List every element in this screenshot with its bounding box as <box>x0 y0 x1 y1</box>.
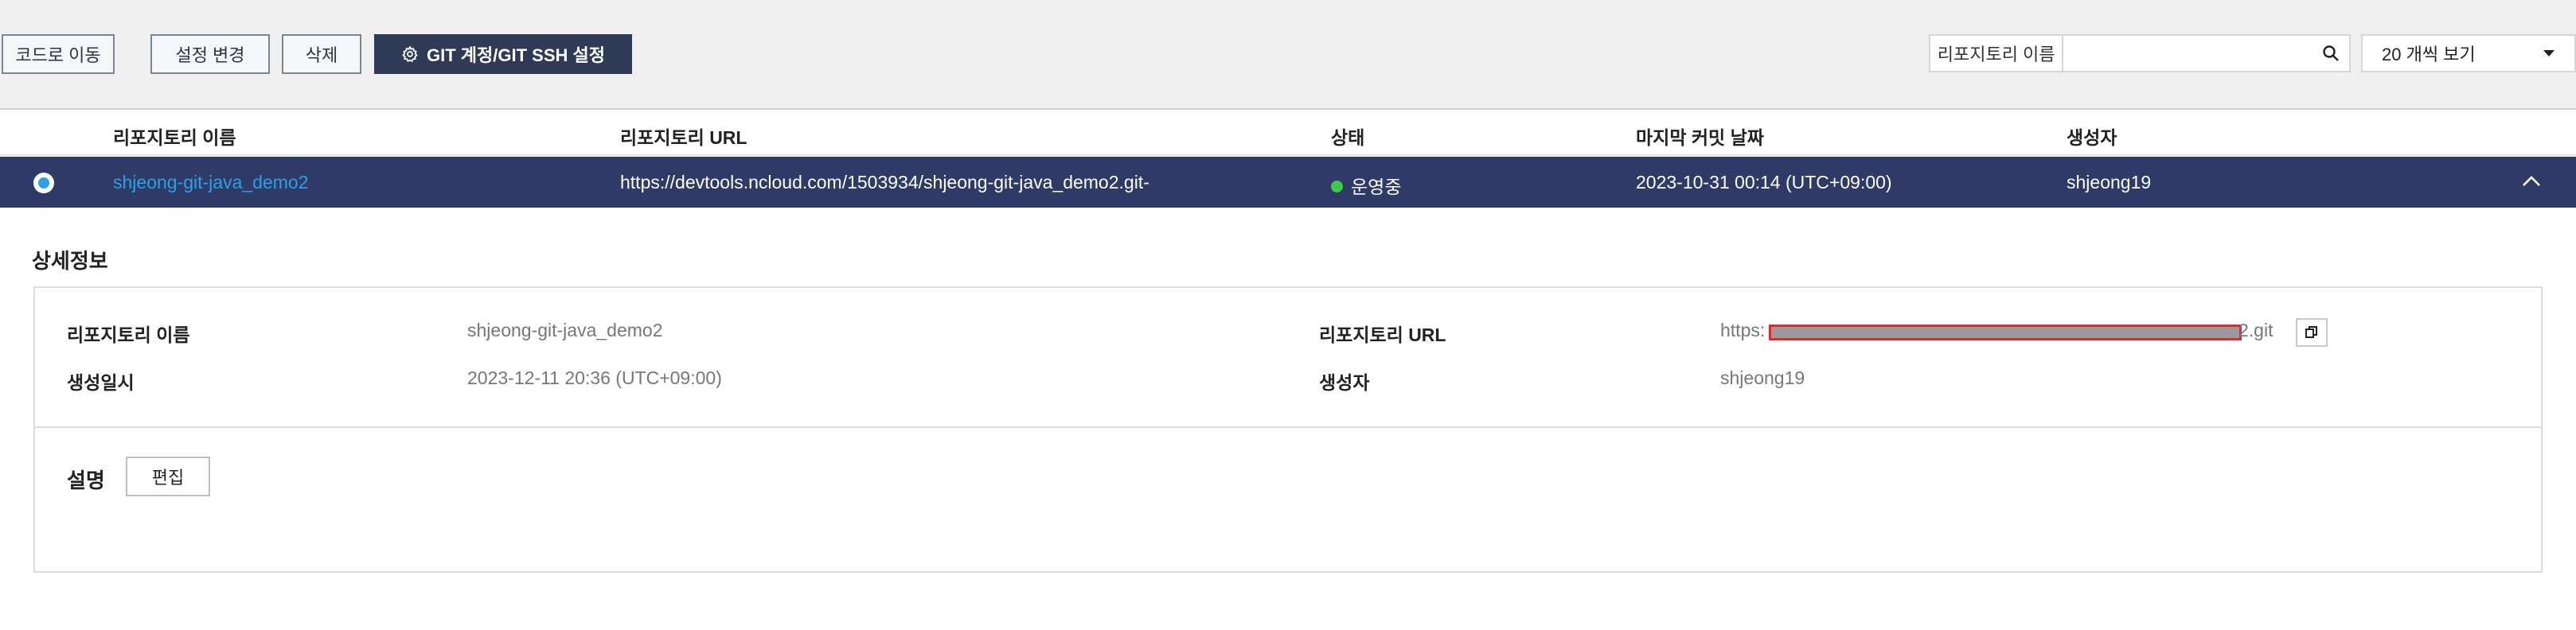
header-repository-url: 리포지토리 URL <box>620 127 747 148</box>
detail-title: 상세정보 <box>32 249 108 273</box>
gear-icon <box>401 45 419 63</box>
delete-button[interactable]: 삭제 <box>282 34 361 74</box>
status-text: 운영중 <box>1351 177 1402 197</box>
search-icon <box>2321 44 2340 63</box>
status-cell: 운영중 <box>1331 172 1401 199</box>
change-settings-label: 설정 변경 <box>175 45 245 65</box>
last-commit-cell: 2023-10-31 00:14 (UTC+09:00) <box>1636 172 1892 192</box>
row-radio-selected[interactable] <box>33 173 54 193</box>
repository-search: 리포지토리 이름 <box>1929 34 2351 72</box>
header-last-commit-date: 마지막 커밋 날짜 <box>1636 127 1764 148</box>
status-dot-icon <box>1331 181 1343 193</box>
repository-name-link[interactable]: shjeong-git-java_demo2 <box>113 172 309 193</box>
go-to-code-button[interactable]: 코드로 이동 <box>2 34 115 74</box>
delete-label: 삭제 <box>305 45 338 65</box>
creator-value: shjeong19 <box>1720 368 1805 388</box>
created-label: 생성일시 <box>67 372 135 393</box>
redacted-url-block <box>1769 325 2242 340</box>
table-header: 리포지토리 이름 리포지토리 URL 상태 마지막 커밋 날짜 생성자 <box>0 110 2576 156</box>
repo-url-suffix: 2.git <box>2238 320 2274 340</box>
caret-down-icon <box>2543 49 2555 58</box>
copy-url-button[interactable] <box>2296 318 2328 347</box>
creator-cell: shjeong19 <box>2067 172 2152 192</box>
edit-label: 편집 <box>151 468 185 488</box>
toolbar: 코드로 이동 설정 변경 삭제 GIT 계정/GIT SSH 설정 리포지토리 … <box>0 0 2576 108</box>
detail-info-section <box>35 288 2541 428</box>
header-creator: 생성자 <box>2067 127 2117 148</box>
description-label: 설명 <box>67 469 105 492</box>
created-value: 2023-12-11 20:36 (UTC+09:00) <box>467 368 722 388</box>
change-settings-button[interactable]: 설정 변경 <box>150 34 270 74</box>
page-size-value: 20 개씩 보기 <box>2382 45 2476 64</box>
repository-table: 리포지토리 이름 리포지토리 URL 상태 마지막 커밋 날짜 생성자 shje… <box>0 108 2576 630</box>
creator-label: 생성자 <box>1319 372 1370 393</box>
chevron-up-icon[interactable] <box>2521 174 2542 189</box>
repo-name-label: 리포지토리 이름 <box>67 325 190 345</box>
search-button[interactable] <box>2312 36 2349 71</box>
search-input[interactable] <box>2063 36 2313 71</box>
header-repository-name: 리포지토리 이름 <box>113 127 236 148</box>
go-to-code-label: 코드로 이동 <box>15 45 101 65</box>
header-status: 상태 <box>1331 127 1365 148</box>
repository-url-cell: https://devtools.ncloud.com/1503934/shje… <box>620 172 1149 192</box>
radio-dot <box>38 177 49 189</box>
table-row[interactable]: shjeong-git-java_demo2 https://devtools.… <box>0 157 2576 208</box>
repo-name-value: shjeong-git-java_demo2 <box>467 320 663 340</box>
page-size-select[interactable]: 20 개씩 보기 <box>2361 34 2576 72</box>
edit-description-button[interactable]: 편집 <box>126 457 210 496</box>
search-field-label: 리포지토리 이름 <box>1930 36 2064 71</box>
repo-url-label: 리포지토리 URL <box>1319 325 1446 345</box>
repo-url-prefix: https: <box>1720 320 1766 340</box>
copy-icon <box>2304 325 2320 340</box>
git-account-ssh-settings-button[interactable]: GIT 계정/GIT SSH 설정 <box>374 34 632 74</box>
git-account-ssh-settings-label: GIT 계정/GIT SSH 설정 <box>427 45 605 65</box>
